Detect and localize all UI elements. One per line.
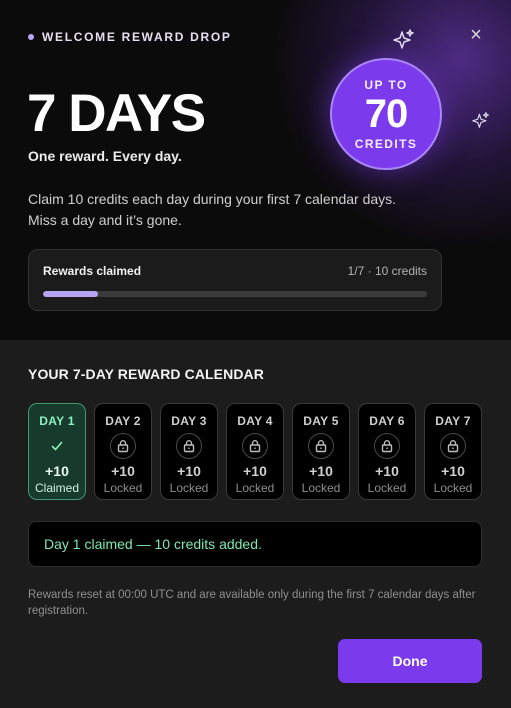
- close-icon: ×: [470, 24, 482, 46]
- day-status: Locked: [169, 481, 209, 495]
- lock-icon: [308, 433, 334, 459]
- day-status: Locked: [301, 481, 341, 495]
- day-credits: +10: [441, 463, 465, 479]
- lock-icon: [374, 433, 400, 459]
- eyebrow-dot-icon: [28, 34, 34, 40]
- progress-label: Rewards claimed: [43, 264, 142, 278]
- sparkle-icon: [393, 28, 415, 50]
- lock-icon: [440, 433, 466, 459]
- badge-bottom-text: CREDITS: [354, 136, 418, 151]
- reward-modal: WELCOME REWARD DROP × 7 DAYS One reward.…: [0, 0, 511, 708]
- close-button[interactable]: ×: [466, 25, 486, 45]
- day-card-4[interactable]: DAY 4 +10 Locked: [226, 403, 284, 500]
- credits-badge: UP TO 70 CREDITS: [330, 58, 442, 170]
- lock-icon: [176, 433, 202, 459]
- day-card-7[interactable]: DAY 7 +10 Locked: [424, 403, 482, 500]
- progress-card: Rewards claimed 1/7 · 10 credits: [28, 249, 442, 311]
- progress-header: Rewards claimed 1/7 · 10 credits: [43, 264, 427, 278]
- sparkle-icon: [472, 111, 490, 129]
- lock-icon: [242, 433, 268, 459]
- day-credits: +10: [111, 463, 135, 479]
- day-label: DAY 3: [171, 414, 207, 428]
- hero-description: Claim 10 credits each day during your fi…: [28, 191, 397, 228]
- day-label: DAY 4: [237, 414, 273, 428]
- calendar-section: YOUR 7-DAY REWARD CALENDAR DAY 1 +10 Cla…: [0, 340, 511, 708]
- day-status: Claimed: [34, 481, 79, 495]
- day-label: DAY 2: [105, 414, 141, 428]
- day-card-3[interactable]: DAY 3 +10 Locked: [160, 403, 218, 500]
- claim-confirmation-text: Day 1 claimed — 10 credits added.: [44, 536, 262, 552]
- done-button[interactable]: Done: [338, 639, 482, 683]
- progress-value: 1/7 · 10 credits: [347, 264, 427, 278]
- progress-bar-fill: [43, 291, 98, 297]
- hero-section: WELCOME REWARD DROP × 7 DAYS One reward.…: [0, 0, 511, 340]
- day-card-2[interactable]: DAY 2 +10 Locked: [94, 403, 152, 500]
- day-status: Locked: [367, 481, 407, 495]
- day-credits: +10: [177, 463, 201, 479]
- eyebrow: WELCOME REWARD DROP: [28, 30, 232, 44]
- day-status: Locked: [433, 481, 473, 495]
- day-credits: +10: [375, 463, 399, 479]
- day-label: DAY 7: [435, 414, 471, 428]
- check-icon: [44, 433, 70, 459]
- progress-bar: [43, 291, 427, 297]
- day-card-1[interactable]: DAY 1 +10 Claimed: [28, 403, 86, 500]
- day-status: Locked: [235, 481, 275, 495]
- day-card-5[interactable]: DAY 5 +10 Locked: [292, 403, 350, 500]
- day-credits: +10: [45, 463, 69, 479]
- lock-icon: [110, 433, 136, 459]
- hero-subtitle: One reward. Every day.: [28, 148, 182, 164]
- eyebrow-text: WELCOME REWARD DROP: [42, 30, 232, 44]
- footnote: Rewards reset at 00:00 UTC and are avail…: [28, 589, 476, 617]
- day-list: DAY 1 +10 Claimed DAY 2 +10 Locked DAY 3: [28, 403, 482, 500]
- day-status: Locked: [103, 481, 143, 495]
- claim-confirmation: Day 1 claimed — 10 credits added.: [28, 521, 482, 567]
- day-label: DAY 1: [39, 414, 75, 428]
- day-label: DAY 6: [369, 414, 405, 428]
- calendar-heading: YOUR 7-DAY REWARD CALENDAR: [28, 366, 264, 382]
- hero-title: 7 DAYS: [27, 84, 206, 143]
- badge-number: 70: [364, 91, 408, 136]
- day-card-6[interactable]: DAY 6 +10 Locked: [358, 403, 416, 500]
- day-label: DAY 5: [303, 414, 339, 428]
- badge-top-text: UP TO: [364, 77, 408, 92]
- day-credits: +10: [243, 463, 267, 479]
- day-credits: +10: [309, 463, 333, 479]
